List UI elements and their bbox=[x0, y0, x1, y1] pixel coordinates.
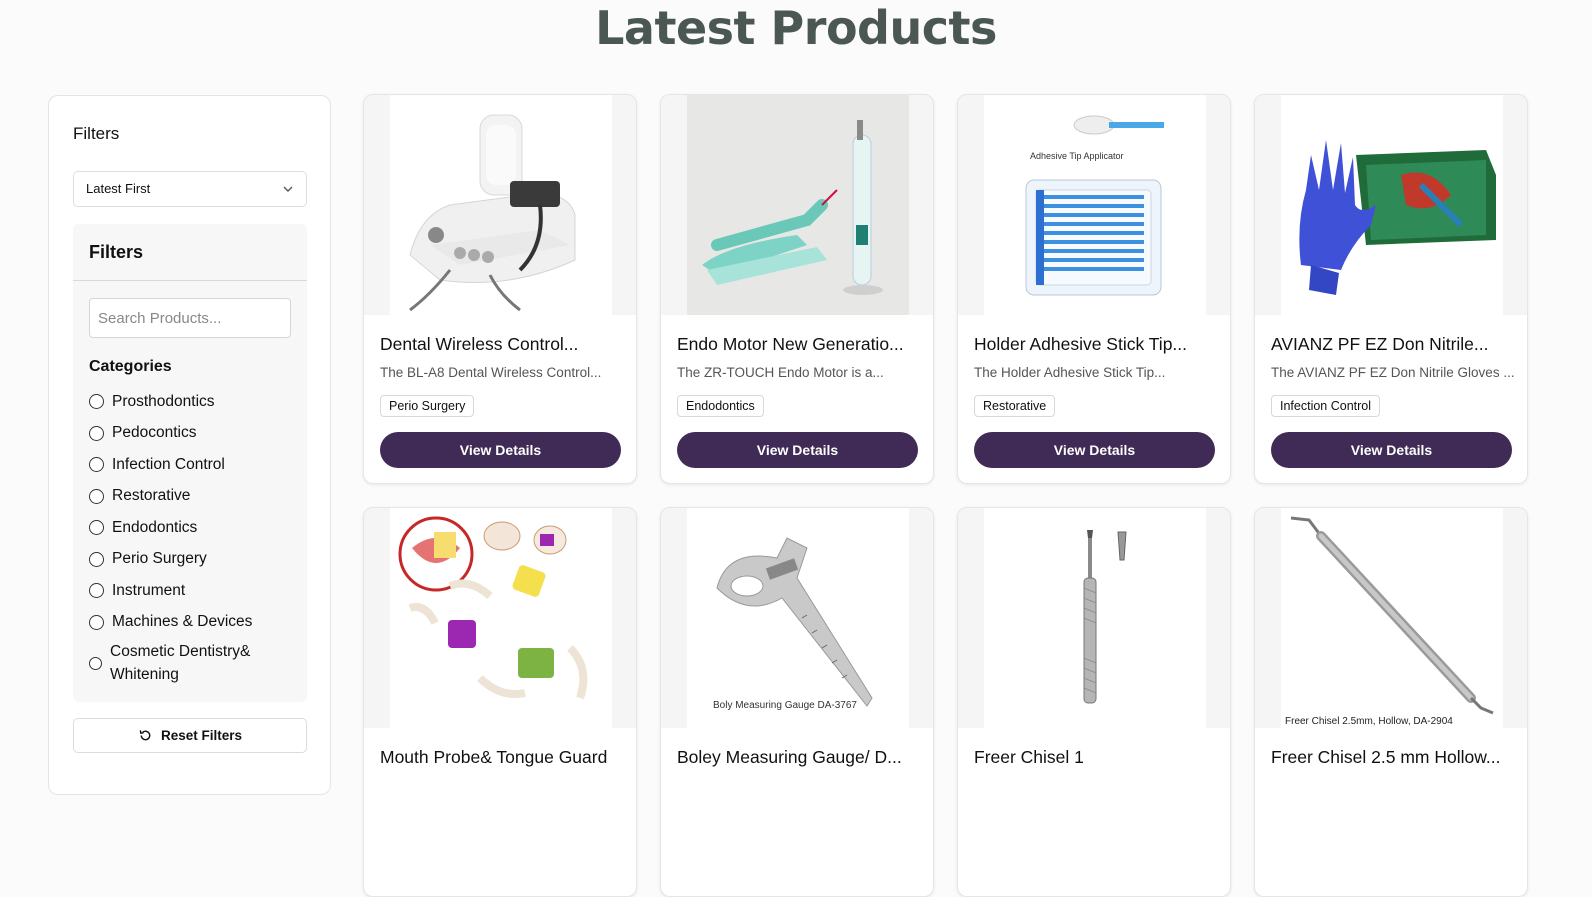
product-description: The Holder Adhesive Stick Tip... bbox=[974, 365, 1166, 380]
category-option-prosthodontics[interactable]: Prosthodontics bbox=[89, 386, 299, 418]
product-image-area bbox=[661, 95, 933, 315]
category-label: Machines & Devices bbox=[112, 613, 253, 631]
category-option-restorative[interactable]: Restorative bbox=[89, 481, 299, 513]
categories-title: Categories bbox=[89, 358, 172, 375]
reset-filters-button[interactable]: Reset Filters bbox=[73, 718, 307, 753]
product-name[interactable]: Freer Chisel 2.5 mm Hollow... bbox=[1271, 747, 1515, 768]
product-image-area bbox=[1255, 95, 1527, 315]
category-badge: Perio Surgery bbox=[380, 395, 475, 417]
radio-button[interactable] bbox=[89, 656, 102, 670]
radio-button[interactable] bbox=[89, 614, 104, 630]
radio-button[interactable] bbox=[89, 394, 104, 410]
chevron-down-icon bbox=[283, 186, 293, 192]
view-details-button[interactable]: View Details bbox=[677, 432, 918, 468]
product-name[interactable]: Endo Motor New Generatio... bbox=[677, 334, 921, 355]
radio-button[interactable] bbox=[89, 488, 104, 504]
freer-chisel-image bbox=[984, 508, 1206, 728]
product-description: The BL-A8 Dental Wireless Control... bbox=[380, 365, 602, 380]
product-image-area bbox=[958, 508, 1230, 728]
category-label: Pedocontics bbox=[112, 424, 197, 442]
product-card[interactable]: AVIANZ PF EZ Don Nitrile... The AVIANZ P… bbox=[1254, 94, 1528, 484]
image-caption: Boly Measuring Gauge DA-3767 bbox=[713, 700, 857, 711]
mouth-probe-image bbox=[390, 508, 612, 728]
radio-button[interactable] bbox=[89, 425, 104, 441]
category-list: Prosthodontics Pedocontics Infection Con… bbox=[89, 386, 299, 688]
search-products-input[interactable] bbox=[89, 298, 291, 338]
gloves-image bbox=[1281, 95, 1503, 315]
category-label: Perio Surgery bbox=[112, 550, 207, 568]
product-card[interactable]: Freer Chisel 1 bbox=[957, 507, 1231, 897]
product-image-area: Freer Chisel 2.5mm, Hollow, DA-2904 bbox=[1255, 508, 1527, 728]
divider bbox=[73, 280, 307, 281]
category-option-endodontics[interactable]: Endodontics bbox=[89, 512, 299, 544]
radio-button[interactable] bbox=[89, 457, 104, 473]
category-label: Restorative bbox=[112, 487, 191, 505]
category-option-instrument[interactable]: Instrument bbox=[89, 575, 299, 607]
category-badge: Infection Control bbox=[1271, 395, 1381, 417]
product-name[interactable]: Dental Wireless Control... bbox=[380, 334, 624, 355]
category-label: Infection Control bbox=[112, 455, 225, 473]
product-card[interactable]: Dental Wireless Control... The BL-A8 Den… bbox=[363, 94, 637, 484]
category-option-perio-surgery[interactable]: Perio Surgery bbox=[89, 544, 299, 576]
product-image-area bbox=[364, 95, 636, 315]
product-description: The AVIANZ PF EZ Don Nitrile Gloves ... bbox=[1271, 365, 1515, 380]
product-name[interactable]: Boley Measuring Gauge/ D... bbox=[677, 747, 921, 768]
category-label: Instrument bbox=[112, 581, 186, 599]
view-details-button[interactable]: View Details bbox=[1271, 432, 1512, 468]
sort-selected-value: Latest First bbox=[86, 181, 151, 196]
image-caption: Adhesive Tip Applicator bbox=[1030, 151, 1124, 161]
product-name[interactable]: Holder Adhesive Stick Tip... bbox=[974, 334, 1218, 355]
category-label: Prosthodontics bbox=[112, 392, 215, 410]
product-card[interactable]: Boly Measuring Gauge DA-3767 Boley Measu… bbox=[660, 507, 934, 897]
product-image-area: Boly Measuring Gauge DA-3767 bbox=[661, 508, 933, 728]
filters-panel-title: Filters bbox=[89, 242, 144, 262]
view-details-button[interactable]: View Details bbox=[380, 432, 621, 468]
category-option-pedocontics[interactable]: Pedocontics bbox=[89, 418, 299, 450]
radio-button[interactable] bbox=[89, 551, 104, 567]
category-option-infection-control[interactable]: Infection Control bbox=[89, 449, 299, 481]
product-card[interactable]: Endo Motor New Generatio... The ZR-TOUCH… bbox=[660, 94, 934, 484]
endo-motor-image bbox=[687, 95, 909, 315]
radio-button[interactable] bbox=[89, 583, 104, 599]
category-badge: Restorative bbox=[974, 395, 1056, 417]
product-card[interactable]: Adhesive Tip Applicator Holder Adhesive … bbox=[957, 94, 1231, 484]
radio-button[interactable] bbox=[89, 520, 104, 536]
category-label: Cosmetic Dentistry& Whitening bbox=[110, 643, 251, 683]
sidebar-title: Filters bbox=[73, 124, 120, 143]
freer-chisel-hollow-image: Freer Chisel 2.5mm, Hollow, DA-2904 bbox=[1281, 508, 1503, 728]
filters-sidebar: Filters Latest First Filters Categories … bbox=[48, 95, 331, 795]
view-details-button[interactable]: View Details bbox=[974, 432, 1215, 468]
filters-panel: Filters Categories Prosthodontics Pedoco… bbox=[73, 224, 307, 702]
image-caption: Freer Chisel 2.5mm, Hollow, DA-2904 bbox=[1285, 716, 1453, 727]
product-description: The ZR-TOUCH Endo Motor is a... bbox=[677, 365, 884, 380]
product-image-area: Adhesive Tip Applicator bbox=[958, 95, 1230, 315]
product-card[interactable]: Freer Chisel 2.5mm, Hollow, DA-2904 Free… bbox=[1254, 507, 1528, 897]
category-label: Endodontics bbox=[112, 518, 198, 536]
adhesive-tip-image: Adhesive Tip Applicator bbox=[984, 95, 1206, 315]
reset-icon bbox=[139, 730, 151, 741]
category-badge: Endodontics bbox=[677, 395, 764, 417]
product-name[interactable]: AVIANZ PF EZ Don Nitrile... bbox=[1271, 334, 1515, 355]
sort-select[interactable]: Latest First bbox=[73, 171, 307, 207]
product-image-area bbox=[364, 508, 636, 728]
product-card[interactable]: Mouth Probe& Tongue Guard bbox=[363, 507, 637, 897]
category-option-cosmetic-dentistry[interactable]: Cosmetic Dentistry& Whitening bbox=[89, 638, 299, 688]
product-name[interactable]: Mouth Probe& Tongue Guard bbox=[380, 747, 624, 768]
reset-filters-label: Reset Filters bbox=[160, 728, 243, 743]
scaler-unit-image bbox=[390, 95, 612, 315]
category-option-machines-devices[interactable]: Machines & Devices bbox=[89, 607, 299, 639]
page-title: Latest Products bbox=[595, 1, 997, 55]
boley-gauge-image: Boly Measuring Gauge DA-3767 bbox=[687, 508, 909, 728]
product-name[interactable]: Freer Chisel 1 bbox=[974, 747, 1218, 768]
